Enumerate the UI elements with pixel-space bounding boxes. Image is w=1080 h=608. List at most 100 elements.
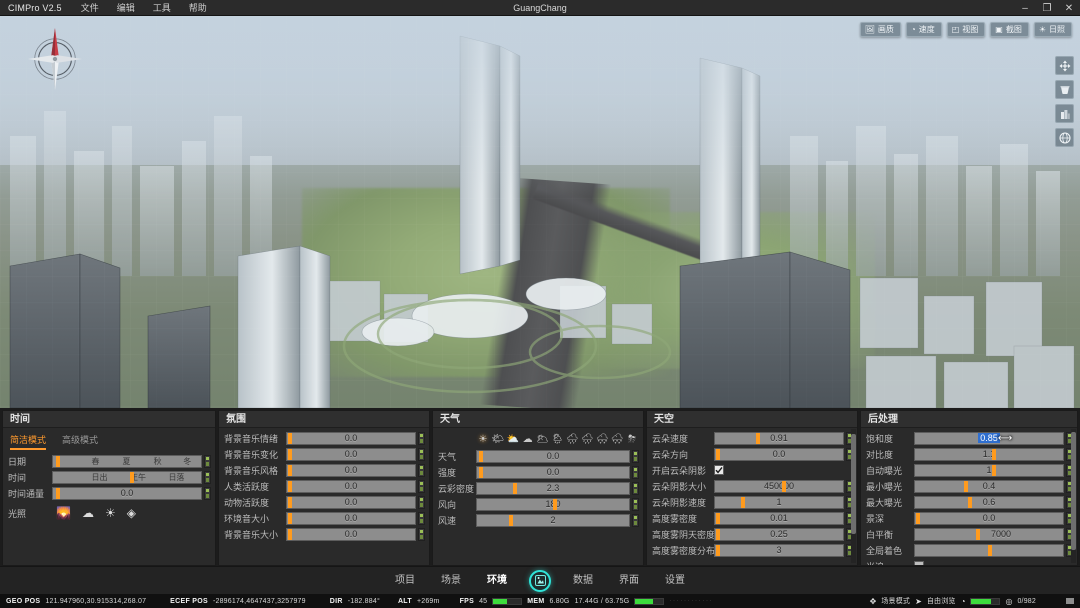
slider-animal-activity[interactable]: 0.0 (286, 495, 416, 509)
menu-tools[interactable]: 工具 (144, 1, 180, 14)
slider-white-balance-knob[interactable] (975, 528, 980, 540)
sunlight-button[interactable]: ☀ 日照 (1033, 22, 1072, 37)
slider-weather-intensity-knob[interactable] (478, 466, 483, 478)
stepper-bgm-variation[interactable] (418, 447, 425, 461)
stepper-wind-speed[interactable] (632, 513, 639, 527)
sunrise-icon[interactable]: 🌄 (56, 506, 71, 520)
scene-mode-icon[interactable]: ✥ (870, 597, 877, 606)
slider-contrast[interactable]: 1.1 (914, 447, 1064, 461)
stepper-animal-activity[interactable] (418, 495, 425, 509)
stepper-weather-type[interactable] (632, 449, 639, 463)
cloud-icon[interactable]: ☁ (82, 506, 94, 520)
rain-heavy-icon[interactable]: 🌧 (580, 432, 594, 446)
nav-item-project[interactable]: 项目 (382, 567, 428, 595)
stepper-wind-direction[interactable] (632, 497, 639, 511)
slider-wind-direction-knob[interactable] (553, 498, 557, 510)
slider-bgm-variation[interactable]: 0.0 (286, 447, 416, 461)
slider-weather-type-knob[interactable] (478, 450, 483, 462)
time-sunrise[interactable]: 日出 (91, 472, 107, 483)
resize-grip-icon[interactable] (1066, 598, 1074, 604)
slider-animal-activity-knob[interactable] (288, 496, 293, 508)
tab-advanced-mode[interactable]: 高级模式 (62, 433, 98, 450)
slider-cloud-shadow-speed[interactable]: 1 (714, 495, 844, 509)
slider-height-fog-distribution[interactable]: 3 (714, 543, 844, 557)
slider-auto-exposure-knob[interactable] (991, 464, 996, 476)
season-summer[interactable]: 夏 (123, 456, 131, 467)
stepper-date[interactable] (204, 454, 211, 468)
slider-bgm-mood[interactable]: 0.0 (286, 431, 416, 445)
pan-move-tool[interactable] (1055, 56, 1074, 75)
slider-global-tint-knob[interactable] (987, 544, 992, 556)
slider-wind-speed-knob[interactable] (508, 514, 513, 526)
slider-height-fog-overcast-knob[interactable] (716, 528, 721, 540)
sun-icon[interactable]: ☀ (105, 506, 116, 520)
scene-orb-icon[interactable] (529, 569, 551, 592)
rain-light-icon[interactable]: 🌦 (551, 432, 565, 446)
slider-ambient-volume[interactable]: 0.0 (286, 511, 416, 525)
slider-ambient-volume-knob[interactable] (288, 512, 293, 524)
slider-date-knob[interactable] (55, 455, 60, 467)
slider-height-fog-density-knob[interactable] (716, 512, 721, 524)
slider-bgm-volume[interactable]: 0.0 (286, 527, 416, 541)
slider-saturation[interactable]: 0.85 ⟷ (914, 431, 1064, 445)
checkbox-enable-cloud-shadow[interactable] (714, 465, 724, 475)
stepper-bgm-style[interactable] (418, 463, 425, 477)
slider-time-knob[interactable] (129, 471, 134, 483)
stepper-ambient-volume[interactable] (418, 511, 425, 525)
slider-cloud-shadow-size-knob[interactable] (781, 480, 786, 492)
cloud-dark-icon[interactable]: 🌥 (536, 432, 550, 446)
slider-wind-speed[interactable]: 2 (476, 513, 630, 527)
slider-human-activity-knob[interactable] (288, 480, 293, 492)
stepper-human-activity[interactable] (418, 479, 425, 493)
snow-light-icon[interactable]: 🌨 (595, 432, 609, 446)
3d-viewport[interactable]: 🖼 画质 ◔ 速度 ◰ 视图 ▣ 截图 ☀ 日照 (0, 16, 1080, 408)
stepper-weather-intensity[interactable] (632, 465, 639, 479)
layers-icon[interactable]: ◈ (127, 506, 136, 520)
menu-edit[interactable]: 编辑 (108, 1, 144, 14)
slider-time-flux-knob[interactable] (55, 487, 60, 499)
slider-weather-intensity[interactable]: 0.0 (476, 465, 630, 479)
time-sunset[interactable]: 日落 (168, 472, 184, 483)
slider-height-fog-distribution-knob[interactable] (716, 544, 721, 556)
sun-cloud-2-icon[interactable]: ⛅ (506, 432, 520, 446)
nav-item-scene[interactable]: 场景 (428, 567, 474, 595)
slider-max-exposure[interactable]: 0.6 (914, 495, 1064, 509)
slider-bgm-style-knob[interactable] (288, 464, 293, 476)
maximize-button[interactable]: ❐ (1036, 0, 1058, 16)
cloud-icon[interactable]: ☁ (521, 432, 535, 446)
close-button[interactable]: ✕ (1058, 0, 1080, 16)
measure-tool[interactable] (1055, 80, 1074, 99)
minimize-button[interactable]: – (1014, 0, 1036, 16)
slider-cloud-direction-knob[interactable] (716, 448, 721, 460)
slider-min-exposure[interactable]: 0.4 (914, 479, 1064, 493)
slider-depth-of-field-knob[interactable] (916, 512, 921, 524)
slider-human-activity[interactable]: 0.0 (286, 479, 416, 493)
stepper-cloud-density[interactable] (632, 481, 639, 495)
sun-cloud-icon[interactable]: 🌤 (491, 432, 505, 446)
slider-time[interactable]: 日出 正午 日落 (52, 470, 202, 484)
slider-global-tint[interactable] (914, 543, 1064, 557)
value-saturation[interactable]: 0.85 (978, 433, 1000, 443)
slider-cloud-density[interactable]: 2.3 (476, 481, 630, 495)
panel-postprocess-scrollbar[interactable] (1071, 429, 1076, 563)
sun-icon[interactable]: ☀ (476, 432, 490, 446)
slider-weather-type[interactable]: 0.0 (476, 449, 630, 463)
nav-item-settings[interactable]: 设置 (652, 567, 698, 595)
nav-item-interface[interactable]: 界面 (606, 567, 652, 595)
menu-help[interactable]: 帮助 (180, 1, 216, 14)
panel-sky-scrollbar[interactable] (851, 429, 856, 563)
screenshot-button[interactable]: ▣ 截图 (990, 22, 1029, 37)
quality-button[interactable]: 🖼 画质 (859, 22, 901, 37)
slider-cloud-density-knob[interactable] (513, 482, 518, 494)
slider-date[interactable]: 春 夏 秋 冬 (52, 454, 202, 468)
slider-cloud-shadow-size[interactable]: 450000 (714, 479, 844, 493)
nav-mode-label[interactable]: 自由浏览 (927, 596, 956, 606)
slider-cloud-shadow-speed-knob[interactable] (740, 496, 745, 508)
slider-bgm-style[interactable]: 0.0 (286, 463, 416, 477)
menu-file[interactable]: 文件 (72, 1, 108, 14)
snow-icon[interactable]: 🌨 (610, 432, 624, 446)
storm-icon[interactable]: ⛈ (625, 432, 639, 446)
slider-cloud-direction[interactable]: 0.0 (714, 447, 844, 461)
stepper-time[interactable] (204, 470, 211, 484)
stepper-bgm-volume[interactable] (418, 527, 425, 541)
